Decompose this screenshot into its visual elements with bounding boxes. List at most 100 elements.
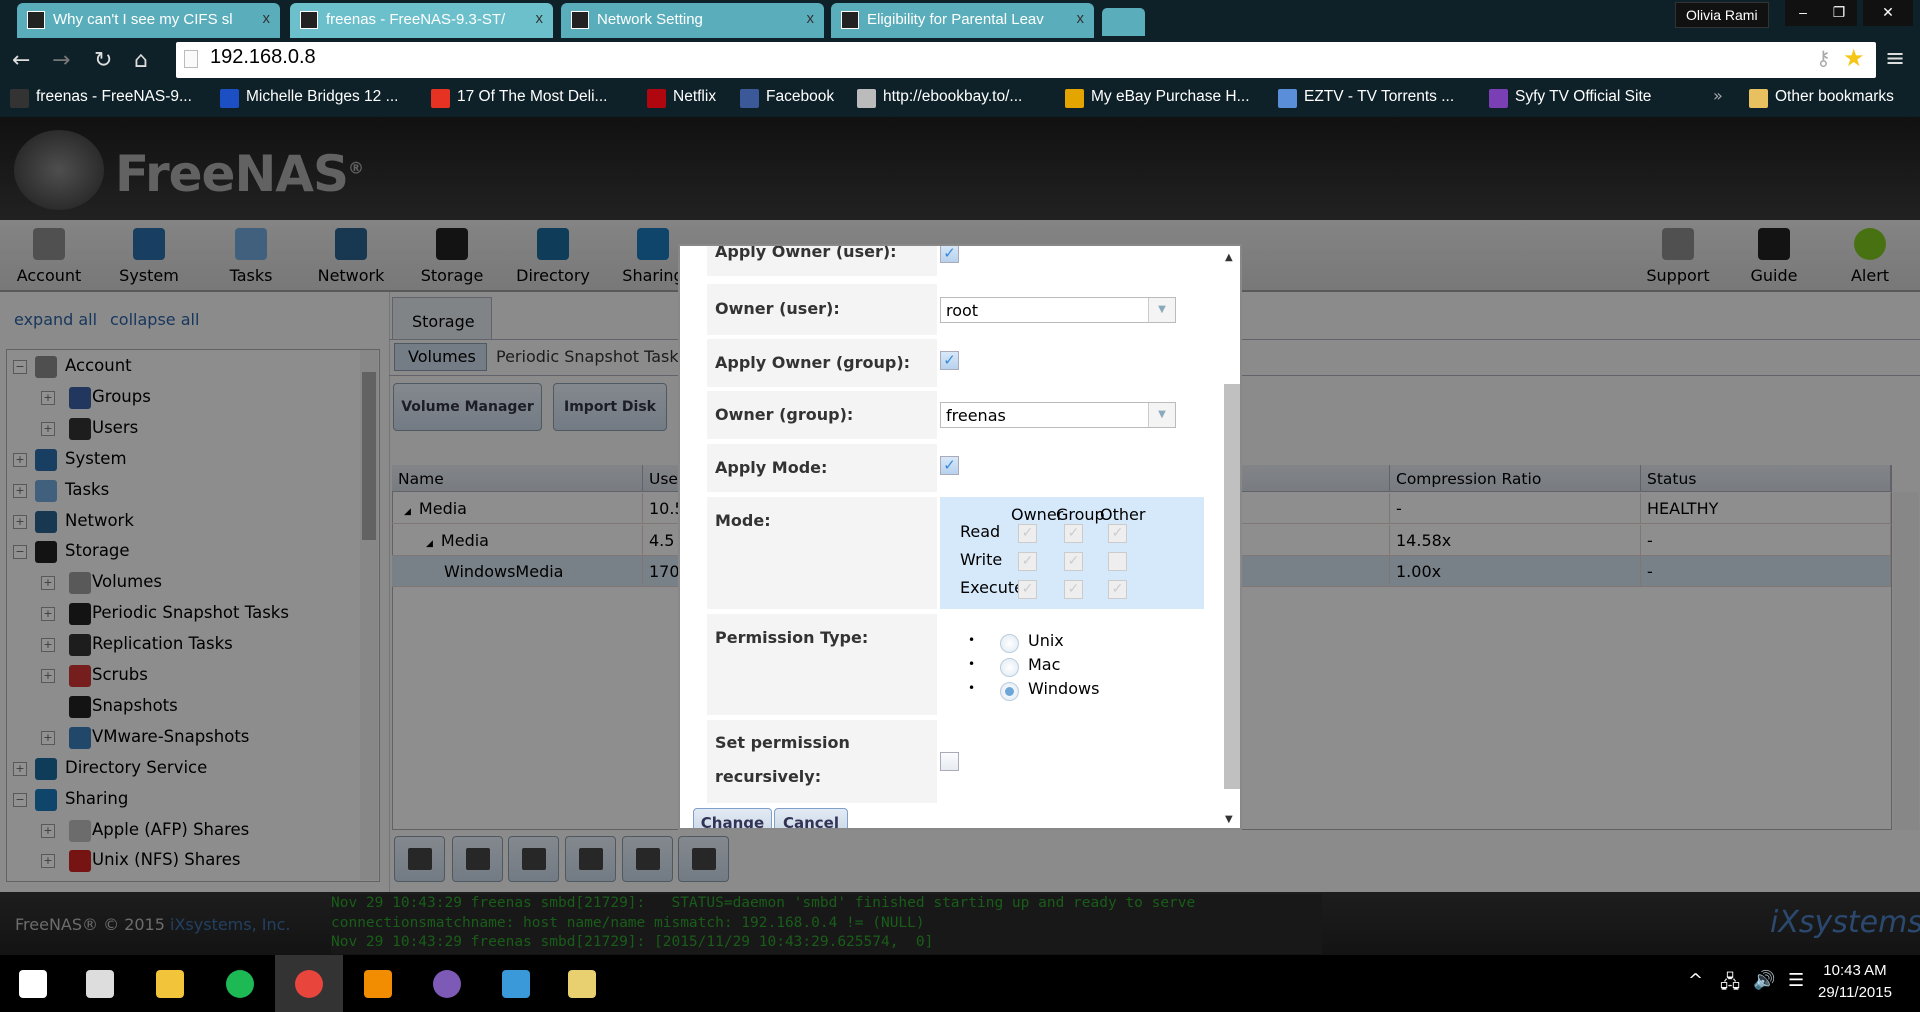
star-icon[interactable]: ★ <box>1843 44 1865 72</box>
browser-tab[interactable]: Why can't I see my CIFS sl x <box>17 3 280 38</box>
recursive-label: Set permission recursively: <box>707 720 937 803</box>
radio-unix[interactable] <box>1000 634 1019 653</box>
bookmark[interactable]: Facebook <box>740 88 835 108</box>
mode-write-group-checkbox[interactable]: ✓ <box>1064 552 1083 571</box>
change-button[interactable]: Change <box>693 808 772 828</box>
radio-label: Windows <box>1028 679 1100 698</box>
close-tab-icon[interactable]: x <box>263 10 271 27</box>
apply-owner-user-checkbox[interactable]: ✓ <box>940 246 959 263</box>
chrome-icon[interactable] <box>295 970 323 998</box>
file-explorer-icon[interactable] <box>156 970 184 998</box>
mode-column-header: Other <box>1100 505 1146 524</box>
control-panel-icon[interactable] <box>502 970 530 998</box>
bookmark[interactable]: My eBay Purchase H... <box>1065 88 1250 108</box>
vlc-icon[interactable] <box>364 970 392 998</box>
bookmark[interactable]: 17 Of The Most Deli... <box>431 88 608 108</box>
notifications-icon[interactable]: ☰ <box>1788 970 1804 991</box>
close-tab-icon[interactable]: x <box>536 10 544 27</box>
owner-user-select[interactable]: root ▼ <box>940 297 1176 323</box>
url-text[interactable]: 192.168.0.8 <box>210 46 316 69</box>
browser-tab[interactable]: freenas - FreeNAS-9.3-ST/x <box>290 3 553 38</box>
bookmark[interactable]: EZTV - TV Torrents ... <box>1278 88 1454 108</box>
other-bookmarks-label: Other bookmarks <box>1775 88 1894 105</box>
bookmark-label: My eBay Purchase H... <box>1091 88 1250 105</box>
menu-icon[interactable]: ≡ <box>1885 44 1905 72</box>
bookmark[interactable]: freenas - FreeNAS-9... <box>10 88 192 108</box>
browser-tab[interactable]: Eligibility for Parental Leav x <box>831 3 1094 38</box>
forward-icon[interactable]: → <box>52 48 70 73</box>
new-tab-button[interactable] <box>1102 8 1145 36</box>
folder-icon <box>1749 89 1768 108</box>
mode-write-other-checkbox[interactable] <box>1108 552 1127 571</box>
back-icon[interactable]: ← <box>12 48 30 73</box>
task-view-icon[interactable] <box>86 970 114 998</box>
recursive-checkbox[interactable] <box>940 752 959 771</box>
bookmark[interactable]: Michelle Bridges 12 ... <box>220 88 399 108</box>
mode-execute-group-checkbox[interactable]: ✓ <box>1064 580 1083 599</box>
start-icon[interactable] <box>19 970 47 998</box>
bookmark-favicon-icon <box>1065 89 1084 108</box>
bookmark-favicon-icon <box>740 89 759 108</box>
page-icon <box>184 50 198 68</box>
bookmark[interactable]: http://ebookbay.to/... <box>857 88 1023 108</box>
dialog-scrollbar-thumb[interactable] <box>1224 384 1240 789</box>
cancel-button[interactable]: Cancel <box>774 808 848 828</box>
mode-execute-other-checkbox[interactable]: ✓ <box>1108 580 1127 599</box>
other-bookmarks[interactable]: Other bookmarks <box>1749 88 1894 108</box>
apply-mode-checkbox[interactable]: ✓ <box>940 456 959 475</box>
bookmark-label: 17 Of The Most Deli... <box>457 88 608 105</box>
address-bar[interactable] <box>176 42 1876 78</box>
bookmark-favicon-icon <box>220 89 239 108</box>
bookmark[interactable]: Netflix <box>647 88 716 108</box>
minimize-button[interactable]: – <box>1785 0 1821 26</box>
scroll-up-icon[interactable]: ▲ <box>1225 252 1233 263</box>
bookmark-favicon-icon <box>431 89 450 108</box>
close-window-button[interactable]: ✕ <box>1863 0 1913 26</box>
more-bookmarks-button[interactable]: » <box>1713 86 1723 105</box>
system-clock[interactable]: 10:43 AM 29/11/2015 <box>1818 960 1892 1004</box>
tab-title: Eligibility for Parental Leav <box>867 11 1044 28</box>
radio-label: Unix <box>1028 631 1064 650</box>
browser-tab[interactable]: Network Setting x <box>561 3 824 38</box>
mode-write-owner-checkbox[interactable]: ✓ <box>1018 552 1037 571</box>
chevron-down-icon[interactable]: ▼ <box>1148 298 1175 322</box>
favicon-icon <box>300 11 318 29</box>
mode-read-owner-checkbox[interactable]: ✓ <box>1018 524 1037 543</box>
bookmark[interactable]: Syfy TV Official Site <box>1489 88 1651 108</box>
bookmark-favicon-icon <box>1278 89 1297 108</box>
radio-label: Mac <box>1028 655 1061 674</box>
bookmark-label: http://ebookbay.to/... <box>883 88 1023 105</box>
mode-row-label: Write <box>960 550 1003 569</box>
chevron-down-icon[interactable]: ▼ <box>1148 403 1175 427</box>
tray-chevron-icon[interactable]: ^ <box>1688 970 1703 991</box>
close-tab-icon[interactable]: x <box>1077 10 1085 27</box>
tor-icon[interactable] <box>433 970 461 998</box>
network-icon[interactable]: 🖧 <box>1720 970 1740 1000</box>
bookmark-favicon-icon <box>10 89 29 108</box>
key-icon[interactable]: ⚷ <box>1816 46 1831 70</box>
reload-icon[interactable]: ↻ <box>94 48 112 73</box>
mode-label: Mode: <box>707 497 937 609</box>
radio-mac[interactable] <box>1000 658 1019 677</box>
installer-icon[interactable] <box>568 970 596 998</box>
owner-group-select[interactable]: freenas ▼ <box>940 402 1176 428</box>
volume-icon[interactable]: 🔊 <box>1753 970 1775 991</box>
scroll-down-icon[interactable]: ▼ <box>1225 814 1233 825</box>
radio-windows[interactable] <box>1000 682 1019 701</box>
apply-mode-label: Apply Mode: <box>707 444 937 492</box>
apply-owner-group-checkbox[interactable]: ✓ <box>940 351 959 370</box>
close-tab-icon[interactable]: x <box>807 10 815 27</box>
owner-group-label: Owner (group): <box>707 391 937 439</box>
mode-matrix: Owner Group Other Read ✓ ✓ ✓ Write ✓ ✓ Execute ✓ ✓ ✓ <box>940 497 1204 609</box>
spotify-icon[interactable] <box>226 970 254 998</box>
bookmark-label: Michelle Bridges 12 ... <box>246 88 399 105</box>
mode-read-group-checkbox[interactable]: ✓ <box>1064 524 1083 543</box>
mode-execute-owner-checkbox[interactable]: ✓ <box>1018 580 1037 599</box>
profile-button[interactable]: Olivia Rami <box>1675 2 1769 28</box>
mode-read-other-checkbox[interactable]: ✓ <box>1108 524 1127 543</box>
mode-row-label: Execute <box>960 578 1024 597</box>
home-icon[interactable]: ⌂ <box>134 48 148 73</box>
tab-title: freenas - FreeNAS-9.3-ST/ <box>326 11 506 28</box>
restore-button[interactable]: ❐ <box>1821 0 1857 26</box>
bookmark-label: Facebook <box>766 88 835 105</box>
